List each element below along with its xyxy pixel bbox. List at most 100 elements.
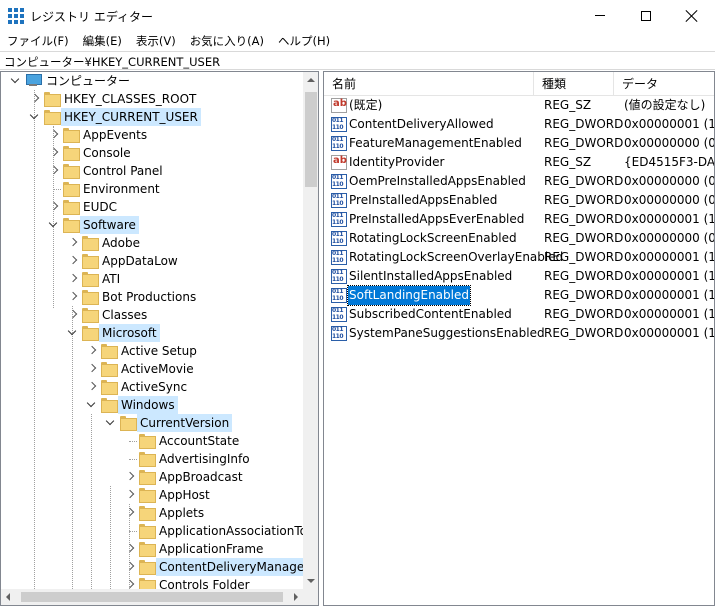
tree-node[interactable]: ContentDeliveryManager xyxy=(1,558,303,576)
address-bar[interactable]: コンピューター¥HKEY_CURRENT_USER xyxy=(0,51,715,70)
tree-node[interactable]: AppBroadcast xyxy=(1,468,303,486)
chevron-right-icon[interactable] xyxy=(67,237,78,248)
scroll-down-icon[interactable] xyxy=(307,579,315,583)
chevron-down-icon[interactable] xyxy=(67,327,78,338)
value-row[interactable]: OemPreInstalledAppsEnabled REG_DWORD0x000… xyxy=(324,172,714,191)
tree-node[interactable]: ApplicationAssociationToa xyxy=(1,522,303,540)
binary-value-icon xyxy=(331,269,347,284)
tree-node[interactable]: ApplicationFrame xyxy=(1,540,303,558)
tree-node[interactable]: Software xyxy=(1,216,303,234)
value-row[interactable]: SilentInstalledAppsEnabled REG_DWORD0x000… xyxy=(324,267,714,286)
tree-horizontal-scrollbar[interactable] xyxy=(1,589,303,605)
tree-node[interactable]: HKEY_CLASSES_ROOT xyxy=(1,90,303,108)
chevron-right-icon[interactable] xyxy=(124,507,135,518)
chevron-down-icon[interactable] xyxy=(105,417,116,428)
chevron-right-icon[interactable] xyxy=(48,165,59,176)
tree-horizontal-scroll-thumb[interactable] xyxy=(21,592,283,602)
chevron-right-icon[interactable] xyxy=(29,93,40,104)
value-row[interactable]: ContentDeliveryAllowed REG_DWORD0x0000000… xyxy=(324,115,714,134)
tree-connector xyxy=(53,189,61,190)
chevron-right-icon[interactable] xyxy=(48,201,59,212)
chevron-right-icon[interactable] xyxy=(124,543,135,554)
chevron-right-icon[interactable] xyxy=(48,129,59,140)
value-row[interactable]: SoftLandingEnabled REG_DWORD0x00000001 (1… xyxy=(324,285,715,306)
value-row[interactable]: IdentityProvider REG_SZ {ED4515F3-DA33 xyxy=(324,153,714,172)
menu-file[interactable]: ファイル(F) xyxy=(0,31,76,51)
tree-node-label: Active Setup xyxy=(121,344,197,358)
maximize-icon xyxy=(641,10,651,21)
tree-node[interactable]: Applets xyxy=(1,504,303,522)
tree-node[interactable]: EUDC xyxy=(1,198,303,216)
chevron-right-icon[interactable] xyxy=(67,273,78,284)
chevron-right-icon[interactable] xyxy=(67,291,78,302)
chevron-right-icon[interactable] xyxy=(86,363,97,374)
tree-node[interactable]: AppHost xyxy=(1,486,303,504)
tree-node[interactable]: AdvertisingInfo xyxy=(1,450,303,468)
tree-node-label: ATI xyxy=(102,272,121,286)
tree-node[interactable]: ActiveMovie xyxy=(1,360,303,378)
chevron-right-icon[interactable] xyxy=(86,345,97,356)
chevron-down-icon[interactable] xyxy=(48,219,59,230)
tree-node[interactable]: AppDataLow xyxy=(1,252,303,270)
tree-node[interactable]: Environment xyxy=(1,180,303,198)
tree-node[interactable]: HKEY_CURRENT_USER xyxy=(1,108,303,126)
tree-node[interactable]: Active Setup xyxy=(1,342,303,360)
chevron-right-icon[interactable] xyxy=(67,309,78,320)
value-row[interactable]: SubscribedContentEnabled REG_DWORD0x00000… xyxy=(324,305,714,324)
tree-node[interactable]: Control Panel xyxy=(1,162,303,180)
tree-node[interactable]: AccountState xyxy=(1,432,303,450)
value-row[interactable]: (既定) REG_SZ (値の設定なし) xyxy=(324,96,714,115)
string-value-icon xyxy=(331,155,347,170)
chevron-right-icon[interactable] xyxy=(67,255,78,266)
scroll-up-icon[interactable] xyxy=(307,78,315,82)
tree-node[interactable]: Adobe xyxy=(1,234,303,252)
menu-edit[interactable]: 編集(E) xyxy=(76,31,129,51)
value-row[interactable]: PreInstalledAppsEverEnabled REG_DWORD0x00… xyxy=(324,210,714,229)
tree-node[interactable]: Classes xyxy=(1,306,303,324)
chevron-right-icon[interactable] xyxy=(86,381,97,392)
binary-value-icon xyxy=(331,231,347,246)
tree-node[interactable]: Windows xyxy=(1,396,303,414)
chevron-down-icon[interactable] xyxy=(29,111,40,122)
chevron-right-icon[interactable] xyxy=(124,471,135,482)
value-name: SilentInstalledAppsEnabled xyxy=(349,269,513,283)
value-row[interactable]: RotatingLockScreenEnabled REG_DWORD0x0000… xyxy=(324,229,714,248)
scroll-right-icon[interactable] xyxy=(294,593,298,601)
column-header-type[interactable]: 種類 xyxy=(534,72,614,96)
value-row[interactable]: PreInstalledAppsEnabled REG_DWORD0x000000… xyxy=(324,191,714,210)
value-name: RotatingLockScreenEnabled xyxy=(349,231,517,245)
menu-favorites[interactable]: お気に入り(A) xyxy=(183,31,271,51)
column-header-name[interactable]: 名前 xyxy=(324,72,534,96)
tree-node[interactable]: Controls Folder xyxy=(1,576,303,589)
tree-node[interactable]: ActiveSync xyxy=(1,378,303,396)
value-row[interactable]: FeatureManagementEnabled REG_DWORD0x00000… xyxy=(324,134,714,153)
tree-node[interactable]: Bot Productions xyxy=(1,288,303,306)
binary-value-icon xyxy=(331,326,347,341)
menu-view[interactable]: 表示(V) xyxy=(129,31,183,51)
chevron-right-icon[interactable] xyxy=(124,579,135,589)
chevron-down-icon[interactable] xyxy=(86,399,97,410)
close-button[interactable] xyxy=(669,0,715,31)
value-data: 0x00000001 (1) xyxy=(624,288,715,302)
tree-node[interactable]: Microsoft xyxy=(1,324,303,342)
tree-node[interactable]: CurrentVersion xyxy=(1,414,303,432)
tree-node-label: Classes xyxy=(102,308,148,322)
value-row[interactable]: RotatingLockScreenOverlayEnabledREG_DWOR… xyxy=(324,248,714,267)
tree-root-computer[interactable]: コンピューター xyxy=(1,72,303,90)
column-header-data[interactable]: データ xyxy=(614,72,714,96)
chevron-down-icon[interactable] xyxy=(10,75,21,86)
chevron-right-icon[interactable] xyxy=(124,561,135,572)
tree-node-label: AppHost xyxy=(159,488,210,502)
tree-node[interactable]: AppEvents xyxy=(1,126,303,144)
minimize-button[interactable] xyxy=(577,0,623,31)
chevron-right-icon[interactable] xyxy=(124,489,135,500)
scroll-left-icon[interactable] xyxy=(6,593,10,601)
maximize-button[interactable] xyxy=(623,0,669,31)
value-row[interactable]: SystemPaneSuggestionsEnabledREG_DWORD0x0… xyxy=(324,324,714,343)
chevron-right-icon[interactable] xyxy=(48,147,59,158)
tree-vertical-scroll-thumb[interactable] xyxy=(305,92,317,187)
tree-vertical-scrollbar[interactable] xyxy=(303,72,318,589)
menu-help[interactable]: ヘルプ(H) xyxy=(271,31,337,51)
tree-node[interactable]: Console xyxy=(1,144,303,162)
tree-node[interactable]: ATI xyxy=(1,270,303,288)
